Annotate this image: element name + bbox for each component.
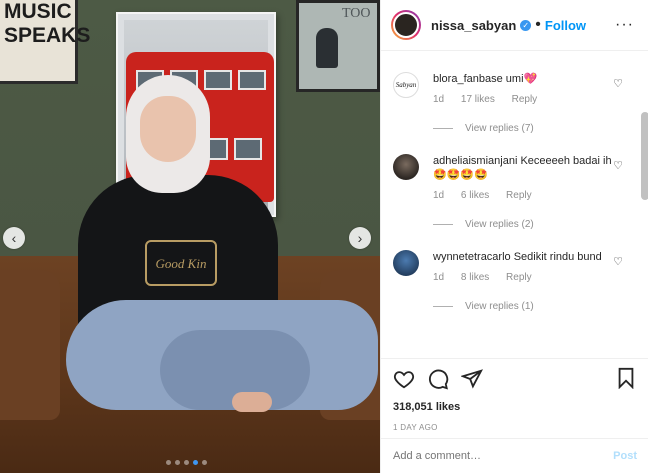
comment-meta: 1d 17 likes Reply (433, 94, 619, 105)
post-header: nissa_sabyan ✓ • Follow ··· (381, 0, 648, 51)
follow-button[interactable]: Follow (545, 18, 586, 33)
comment-body: Sedikit rindu bund (513, 251, 602, 263)
shirt-print: Good Kin (145, 240, 217, 286)
comment-text: wynnetetracarlo Sedikit rindu bund (433, 250, 619, 264)
author-avatar[interactable] (391, 10, 421, 40)
heart-icon[interactable]: ♡ (613, 159, 623, 172)
comment-icon[interactable] (427, 368, 449, 390)
more-icon[interactable]: ··· (615, 16, 634, 34)
heart-icon[interactable] (393, 368, 415, 390)
likes-count[interactable]: 318,051 likes (393, 401, 637, 413)
comment-item: wynnetetracarlo Sedikit rindu bund 1d 8 … (381, 230, 648, 312)
carousel-dot (175, 460, 180, 465)
comment-time: 1d (433, 190, 445, 201)
carousel-dot-active (193, 460, 198, 465)
comment-likes[interactable]: 17 likes (461, 94, 495, 105)
author-username[interactable]: nissa_sabyan (431, 18, 516, 33)
bookmark-icon[interactable] (615, 367, 637, 389)
reply-button[interactable]: Reply (512, 94, 538, 105)
post-panel: nissa_sabyan ✓ • Follow ··· Sabyan blora… (380, 0, 648, 473)
post-actions: 318,051 likes 1 DAY AGO (381, 358, 648, 432)
too-poster: TOO (296, 0, 380, 92)
carousel-dot (166, 460, 171, 465)
comment-time: 1d (433, 94, 445, 105)
heart-icon[interactable]: ♡ (613, 255, 623, 268)
comment-time: 1d (433, 272, 445, 283)
reply-button[interactable]: Reply (506, 190, 532, 201)
comment-text: adheliaismianjani Keceeeeh badai ih🤩🤩🤩🤩 (433, 154, 619, 182)
heart-icon[interactable]: ♡ (613, 77, 623, 90)
action-icons (393, 367, 637, 391)
carousel-dot (202, 460, 207, 465)
post-photo[interactable]: MUSIC SPEAKS TOO Good Kin ‹ › (0, 0, 380, 473)
comment-likes[interactable]: 8 likes (461, 272, 489, 283)
person-face (140, 96, 196, 162)
poster-left-text: MUSIC SPEAKS (4, 0, 91, 47)
carousel-dots (166, 460, 207, 465)
post-timestamp: 1 DAY AGO (393, 423, 438, 432)
commenter-username[interactable]: blora_fanbase (433, 73, 503, 85)
verified-icon: ✓ (520, 19, 532, 31)
post-button[interactable]: Post (613, 450, 637, 462)
view-replies-label[interactable]: View replies (7) (465, 123, 534, 134)
commenter-avatar[interactable]: Sabyan (393, 72, 419, 98)
music-poster: MUSIC SPEAKS (0, 0, 91, 84)
view-replies-button[interactable]: View replies (1) (433, 301, 619, 312)
separator: • (535, 16, 541, 33)
comment-meta: 1d 6 likes Reply (433, 190, 619, 201)
comment-composer: Post (381, 438, 648, 473)
reply-button[interactable]: Reply (506, 272, 532, 283)
view-replies-button[interactable]: View replies (7) (433, 123, 619, 134)
comment-item: adheliaismianjani Keceeeeh badai ih🤩🤩🤩🤩 … (381, 134, 648, 230)
carousel-dot (184, 460, 189, 465)
chevron-right-icon[interactable]: › (349, 227, 371, 249)
view-replies-label[interactable]: View replies (1) (465, 301, 534, 312)
commenter-avatar[interactable] (393, 250, 419, 276)
comment-text: blora_fanbase umi💖 (433, 72, 619, 86)
comment-item: Sabyan blora_fanbase umi💖 1d 17 likes Re… (381, 52, 648, 134)
comments-list[interactable]: Sabyan blora_fanbase umi💖 1d 17 likes Re… (381, 52, 648, 357)
commenter-username[interactable]: wynnetetracarlo (433, 251, 511, 263)
comment-meta: 1d 8 likes Reply (433, 272, 619, 283)
view-replies-button[interactable]: View replies (2) (433, 219, 619, 230)
comment-body: umi💖 (505, 73, 538, 85)
chevron-left-icon[interactable]: ‹ (3, 227, 25, 249)
share-icon[interactable] (461, 368, 483, 390)
poster-right-text: TOO (342, 6, 371, 21)
commenter-avatar[interactable] (393, 154, 419, 180)
commenter-username[interactable]: adheliaismianjani (433, 155, 517, 167)
comment-likes[interactable]: 6 likes (461, 190, 489, 201)
view-replies-label[interactable]: View replies (2) (465, 219, 534, 230)
comment-input[interactable] (393, 450, 614, 462)
